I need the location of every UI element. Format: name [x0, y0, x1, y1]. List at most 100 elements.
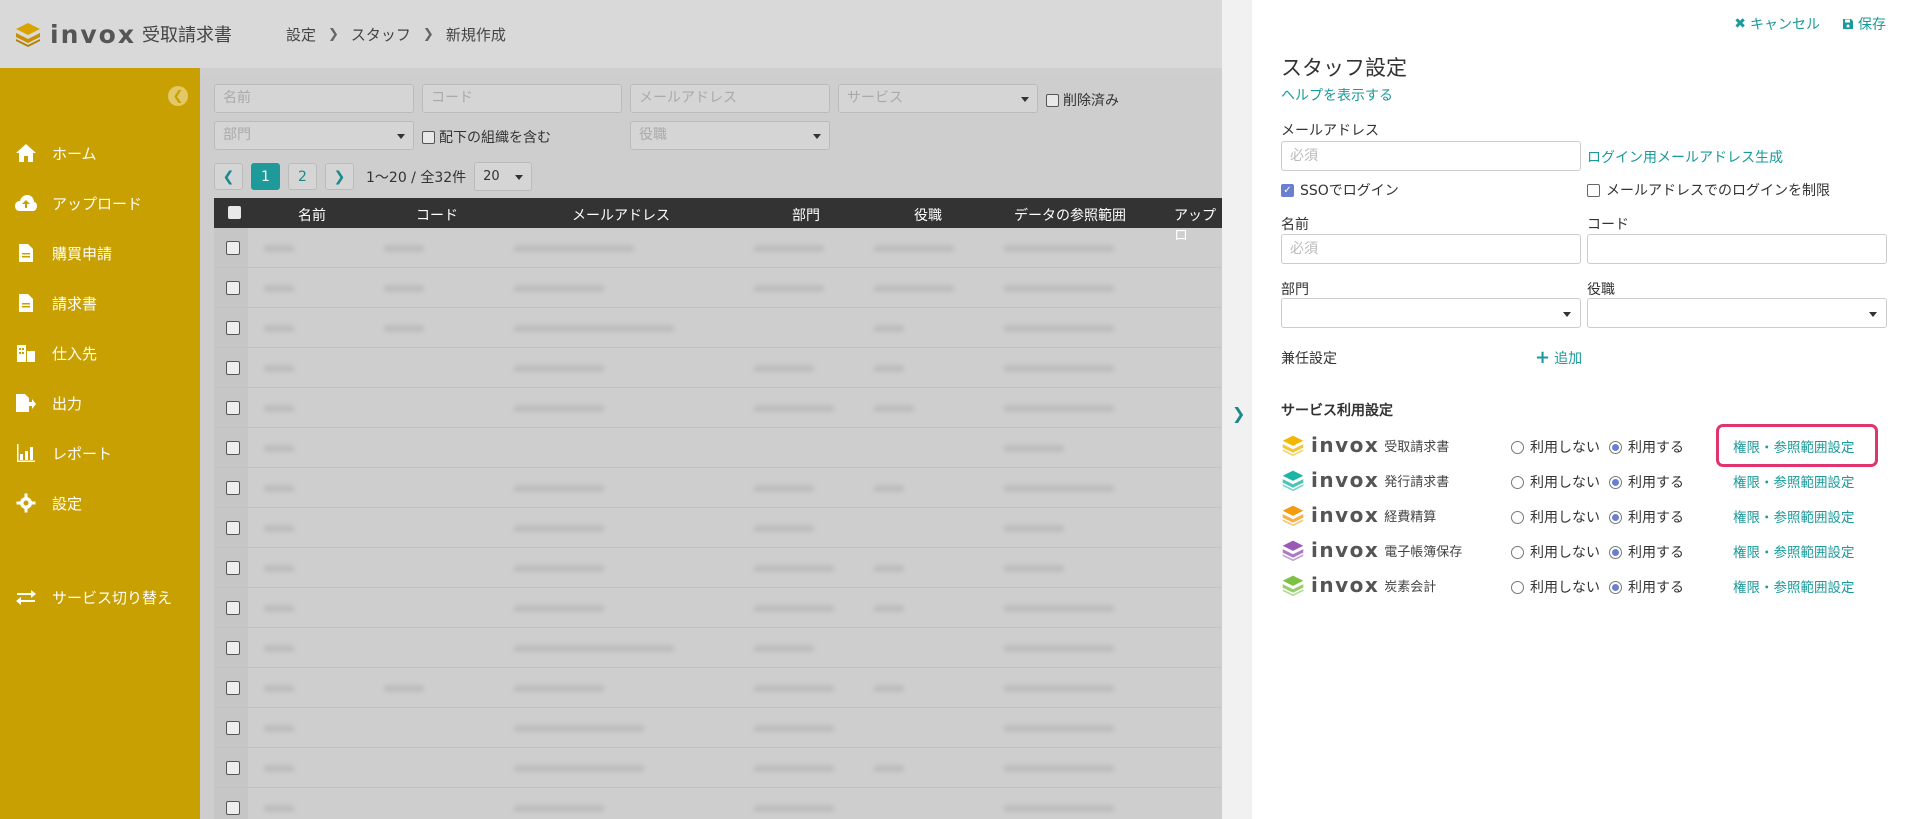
table-row[interactable] [214, 348, 1222, 388]
sidebar-item-export[interactable]: 出力 [0, 378, 200, 428]
cancel-button[interactable]: ✖ キャンセル [1734, 14, 1820, 34]
filter-name-input[interactable]: 名前 [214, 84, 414, 113]
sidebar-item-report[interactable]: レポート [0, 428, 200, 478]
cloud-upload-icon [14, 192, 38, 214]
sidebar-item-suppliers[interactable]: 仕入先 [0, 328, 200, 378]
filter-include-sub-checkbox[interactable]: 配下の組織を含む [422, 127, 551, 147]
dept-select[interactable] [1281, 298, 1581, 328]
sidebar-item-home[interactable]: ホーム [0, 128, 200, 178]
row-checkbox[interactable] [226, 761, 240, 775]
table-row[interactable] [214, 468, 1222, 508]
breadcrumb-item-settings[interactable]: 設定 [286, 24, 316, 45]
caret-down-icon [1021, 97, 1029, 102]
radio-use[interactable]: 利用する [1609, 577, 1684, 597]
table-row[interactable] [214, 428, 1222, 468]
restrict-email-login-checkbox[interactable]: メールアドレスでのログインを制限 [1587, 180, 1830, 200]
code-label: コード [1587, 217, 1629, 233]
table-row[interactable] [214, 228, 1222, 268]
row-checkbox[interactable] [226, 481, 240, 495]
permission-settings-link[interactable]: 権限・参照範囲設定 [1733, 541, 1855, 561]
sidebar-item-invoices[interactable]: 請求書 [0, 278, 200, 328]
filter-code-input[interactable]: コード [422, 84, 622, 113]
col-scope[interactable]: データの参照範囲 [1014, 205, 1126, 225]
row-checkbox[interactable] [226, 241, 240, 255]
row-checkbox[interactable] [226, 361, 240, 375]
radio-circle [1511, 580, 1524, 594]
next-page-button[interactable]: ❯ [325, 163, 354, 190]
row-checkbox[interactable] [226, 321, 240, 335]
table-row[interactable] [214, 268, 1222, 308]
radio-not-use[interactable]: 利用しない [1511, 542, 1600, 562]
add-concurrent-button[interactable]: + 追加 [1535, 348, 1582, 368]
app-logo[interactable]: invox 受取請求書 [14, 20, 232, 49]
sidebar-item-switch-service[interactable]: サービス切り替え [0, 572, 172, 622]
table-row[interactable] [214, 388, 1222, 428]
filter-service-select[interactable]: サービス [838, 84, 1038, 113]
radio-not-use[interactable]: 利用しない [1511, 577, 1600, 597]
help-link[interactable]: ヘルプを表示する [1281, 85, 1393, 105]
sidebar-item-settings[interactable]: 設定 [0, 478, 200, 528]
page-button-2[interactable]: 2 [288, 163, 317, 190]
col-code[interactable]: コード [416, 205, 458, 225]
table-row[interactable] [214, 548, 1222, 588]
filter-deleted-checkbox[interactable]: 削除済み [1046, 90, 1119, 110]
filter-email-input[interactable]: メールアドレス [630, 84, 830, 113]
row-checkbox[interactable] [226, 721, 240, 735]
prev-page-button[interactable]: ❮ [214, 163, 243, 190]
collapse-sidebar-icon[interactable]: ❮ [168, 86, 188, 106]
blurred-cell [1004, 645, 1114, 652]
table-row[interactable] [214, 668, 1222, 708]
row-checkbox[interactable] [226, 801, 240, 815]
name-field[interactable]: 必須 [1281, 234, 1581, 264]
permission-settings-link[interactable]: 権限・参照範囲設定 [1733, 506, 1855, 526]
checkbox-box [1046, 93, 1059, 107]
radio-use[interactable]: 利用する [1609, 437, 1684, 457]
row-checkbox[interactable] [226, 441, 240, 455]
role-select[interactable] [1587, 298, 1887, 328]
table-row[interactable] [214, 588, 1222, 628]
page-button-1[interactable]: 1 [251, 163, 280, 190]
row-checkbox[interactable] [226, 601, 240, 615]
table-row[interactable] [214, 788, 1222, 819]
radio-not-use[interactable]: 利用しない [1511, 437, 1600, 457]
col-name[interactable]: 名前 [298, 205, 326, 225]
table-row[interactable] [214, 508, 1222, 548]
table-row[interactable] [214, 708, 1222, 748]
table-row[interactable] [214, 628, 1222, 668]
filter-dept-select[interactable]: 部門 [214, 121, 414, 150]
row-checkbox[interactable] [226, 681, 240, 695]
sidebar-item-upload[interactable]: アップロード [0, 178, 200, 228]
select-all-checkbox[interactable] [228, 206, 241, 219]
row-checkbox[interactable] [226, 401, 240, 415]
permission-settings-link[interactable]: 権限・参照範囲設定 [1733, 576, 1855, 596]
table-row[interactable] [214, 308, 1222, 348]
breadcrumb-item-staff[interactable]: スタッフ [351, 24, 411, 45]
col-role[interactable]: 役職 [914, 205, 942, 225]
col-email[interactable]: メールアドレス [572, 205, 670, 225]
blurred-cell [754, 765, 834, 772]
generate-email-link[interactable]: ログイン用メールアドレス生成 [1587, 147, 1783, 167]
radio-use[interactable]: 利用する [1609, 542, 1684, 562]
row-checkbox[interactable] [226, 521, 240, 535]
sidebar-item-purchase-request[interactable]: 購買申請 [0, 228, 200, 278]
chevron-right-icon[interactable]: ❯ [1232, 404, 1245, 423]
email-field[interactable]: 必須 [1281, 141, 1581, 171]
table-row[interactable] [214, 748, 1222, 788]
sidebar-item-label: ホーム [52, 144, 97, 163]
permission-settings-link[interactable]: 権限・参照範囲設定 [1733, 471, 1855, 491]
sso-login-checkbox[interactable]: ✓ SSOでログイン [1281, 180, 1399, 200]
save-button[interactable]: 保存 [1842, 14, 1886, 34]
radio-not-use[interactable]: 利用しない [1511, 472, 1600, 492]
radio-use-label: 利用する [1628, 545, 1684, 561]
row-checkbox[interactable] [226, 561, 240, 575]
radio-use-label: 利用する [1628, 475, 1684, 491]
radio-not-use[interactable]: 利用しない [1511, 507, 1600, 527]
row-checkbox[interactable] [226, 641, 240, 655]
filter-role-select[interactable]: 役職 [630, 121, 830, 150]
col-dept[interactable]: 部門 [792, 205, 820, 225]
code-field[interactable] [1587, 234, 1887, 264]
radio-use[interactable]: 利用する [1609, 472, 1684, 492]
row-checkbox[interactable] [226, 281, 240, 295]
radio-use[interactable]: 利用する [1609, 507, 1684, 527]
per-page-select[interactable]: 20 [474, 162, 533, 191]
